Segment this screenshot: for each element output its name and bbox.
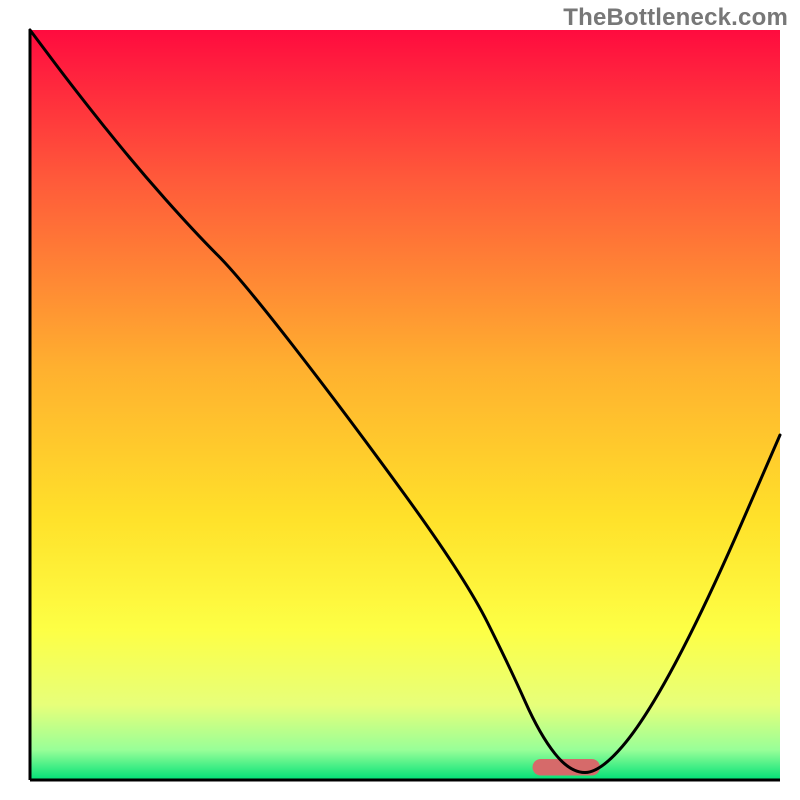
bottleneck-chart [0, 0, 800, 800]
plot-background [30, 30, 780, 780]
chart-container: TheBottleneck.com [0, 0, 800, 800]
